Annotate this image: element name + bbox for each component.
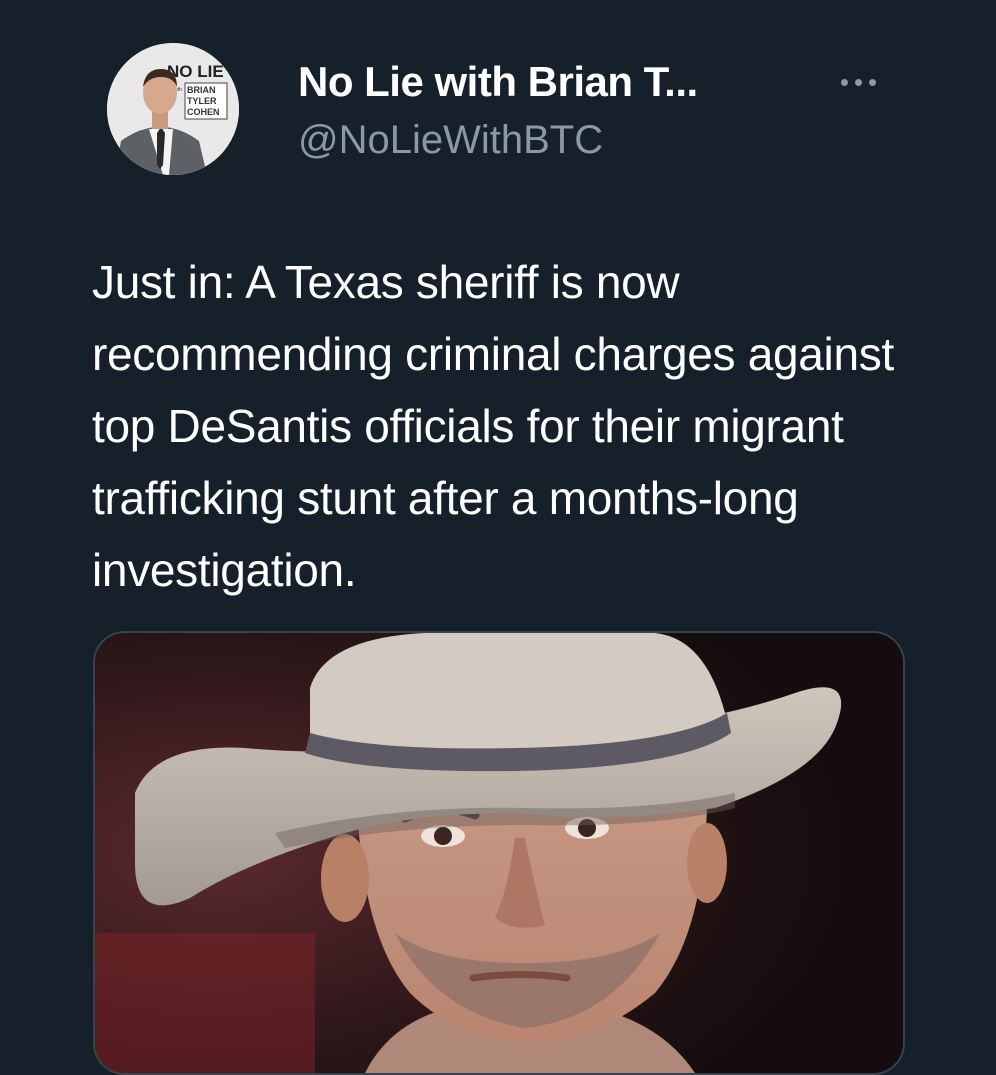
more-horizontal-icon	[840, 78, 876, 86]
more-options-button[interactable]	[826, 62, 890, 102]
photo-image	[95, 633, 903, 1073]
svg-text:COHEN: COHEN	[187, 107, 220, 117]
svg-text:TYLER: TYLER	[187, 96, 217, 106]
tweet[interactable]: NO LIE with BRIAN TYLER COHEN No Lie wit…	[0, 0, 996, 1075]
author-avatar[interactable]: NO LIE with BRIAN TYLER COHEN	[107, 43, 239, 175]
author-handle[interactable]: @NoLieWithBTC	[298, 118, 603, 163]
tweet-media-photo[interactable]	[93, 631, 905, 1075]
svg-text:BRIAN: BRIAN	[187, 85, 216, 95]
author-display-name[interactable]: No Lie with Brian T...	[298, 58, 698, 106]
tweet-text: Just in: A Texas sheriff is now recommen…	[92, 256, 894, 596]
